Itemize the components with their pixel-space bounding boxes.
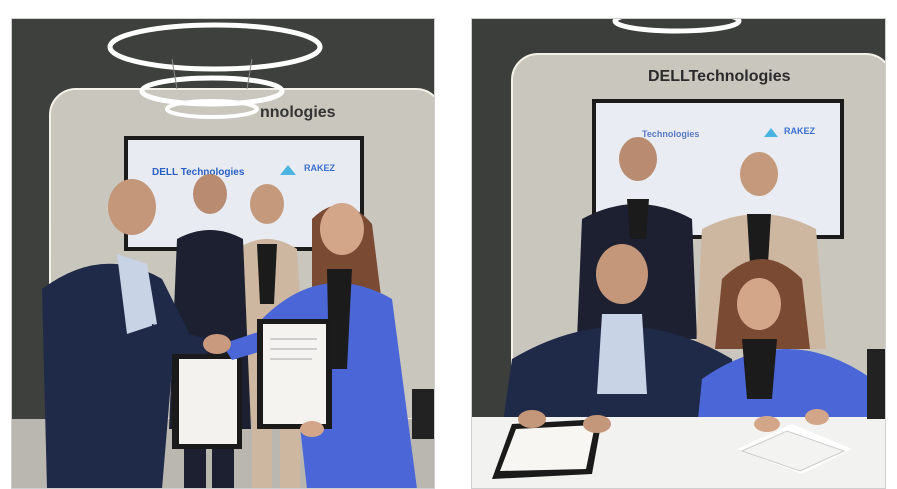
sign-text: nnologies (260, 104, 336, 121)
screen-logo-right: RAKEZ (304, 163, 336, 173)
photo-signing: DELLTechnologies Technologies RAKEZ (471, 18, 886, 489)
sign-text: DELLTechnologies (648, 68, 791, 85)
screen-logo-left: DELL Technologies (152, 167, 245, 178)
screen-logo-right: RAKEZ (784, 126, 816, 136)
handshake (203, 334, 231, 354)
screen-logo-left: Technologies (642, 129, 699, 139)
handshake-scene: nnologies DELL Technologies RAKEZ (12, 19, 434, 488)
photo-handshake: nnologies DELL Technologies RAKEZ (11, 18, 435, 489)
signing-scene: DELLTechnologies Technologies RAKEZ (472, 19, 885, 488)
